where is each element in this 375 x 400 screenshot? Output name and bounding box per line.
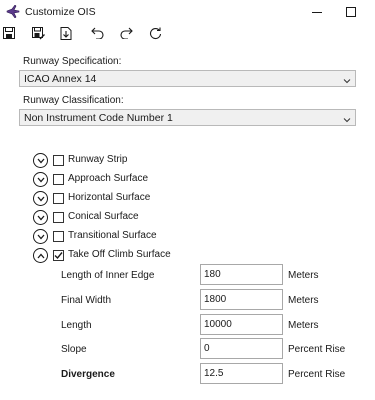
runway-classification-label: Runway Classification:: [23, 95, 124, 106]
length-input[interactable]: [200, 314, 283, 335]
param-unit: Meters: [288, 320, 319, 331]
surface-label: Take Off Climb Surface: [68, 249, 171, 260]
refresh-icon[interactable]: [147, 25, 163, 41]
surface-row-take-off-climb: Take Off Climb Surface: [33, 248, 233, 264]
window-title: Customize OIS: [25, 6, 96, 18]
slope-input[interactable]: [200, 338, 283, 359]
expand-chevron-down-icon[interactable]: [33, 229, 48, 244]
param-label-length: Length: [61, 320, 92, 331]
surface-checkbox[interactable]: [53, 212, 64, 223]
surface-label: Runway Strip: [68, 154, 128, 165]
surface-row-runway-strip: Runway Strip: [33, 153, 233, 169]
param-unit: Percent Rise: [288, 369, 346, 380]
app-plane-icon: [6, 4, 20, 19]
expand-chevron-down-icon[interactable]: [33, 191, 48, 206]
param-unit: Meters: [288, 270, 319, 281]
divergence-input[interactable]: [200, 363, 283, 384]
param-unit: Meters: [288, 295, 319, 306]
undo-icon[interactable]: [89, 25, 105, 41]
toolbar: [0, 25, 375, 43]
surface-checkbox[interactable]: [53, 193, 64, 204]
surface-label: Conical Surface: [68, 211, 139, 222]
surface-checkbox[interactable]: [53, 231, 64, 242]
runway-classification-value: Non Instrument Code Number 1: [24, 112, 173, 124]
surface-label: Transitional Surface: [68, 230, 157, 241]
expand-chevron-down-icon[interactable]: [33, 153, 48, 168]
final-width-input[interactable]: [200, 289, 283, 310]
param-unit: Percent Rise: [288, 344, 346, 355]
param-label-divergence: Divergence: [61, 369, 115, 380]
surface-row-transitional: Transitional Surface: [33, 229, 233, 245]
surface-row-horizontal: Horizontal Surface: [33, 191, 233, 207]
surface-checkbox[interactable]: [53, 155, 64, 166]
expand-chevron-down-icon[interactable]: [33, 210, 48, 225]
surface-label: Approach Surface: [68, 173, 149, 184]
collapse-chevron-up-icon[interactable]: [33, 248, 48, 263]
runway-specification-label: Runway Specification:: [23, 56, 122, 67]
surface-row-conical: Conical Surface: [33, 210, 233, 226]
surface-checkbox[interactable]: [53, 174, 64, 185]
surface-row-approach: Approach Surface: [33, 172, 233, 188]
chevron-down-icon: [343, 76, 351, 84]
param-label-slope: Slope: [61, 344, 87, 355]
runway-classification-dropdown[interactable]: Non Instrument Code Number 1: [19, 109, 356, 126]
save-icon[interactable]: [1, 25, 17, 41]
runway-specification-dropdown[interactable]: ICAO Annex 14: [19, 70, 356, 87]
param-label-final-width: Final Width: [61, 295, 112, 306]
chevron-down-icon: [343, 115, 351, 123]
surface-label: Horizontal Surface: [68, 192, 151, 203]
expand-chevron-down-icon[interactable]: [33, 172, 48, 187]
surface-checkbox-checked[interactable]: [53, 250, 64, 261]
maximize-icon[interactable]: [343, 4, 359, 20]
length-inner-edge-input[interactable]: [200, 264, 283, 285]
minimize-icon[interactable]: [309, 4, 325, 20]
export-icon[interactable]: [58, 25, 74, 41]
redo-icon[interactable]: [118, 25, 134, 41]
save-as-icon[interactable]: [30, 25, 46, 41]
runway-specification-value: ICAO Annex 14: [24, 73, 97, 85]
param-label-length-inner-edge: Length of Inner Edge: [61, 270, 155, 281]
title-bar: Customize OIS: [0, 0, 375, 24]
